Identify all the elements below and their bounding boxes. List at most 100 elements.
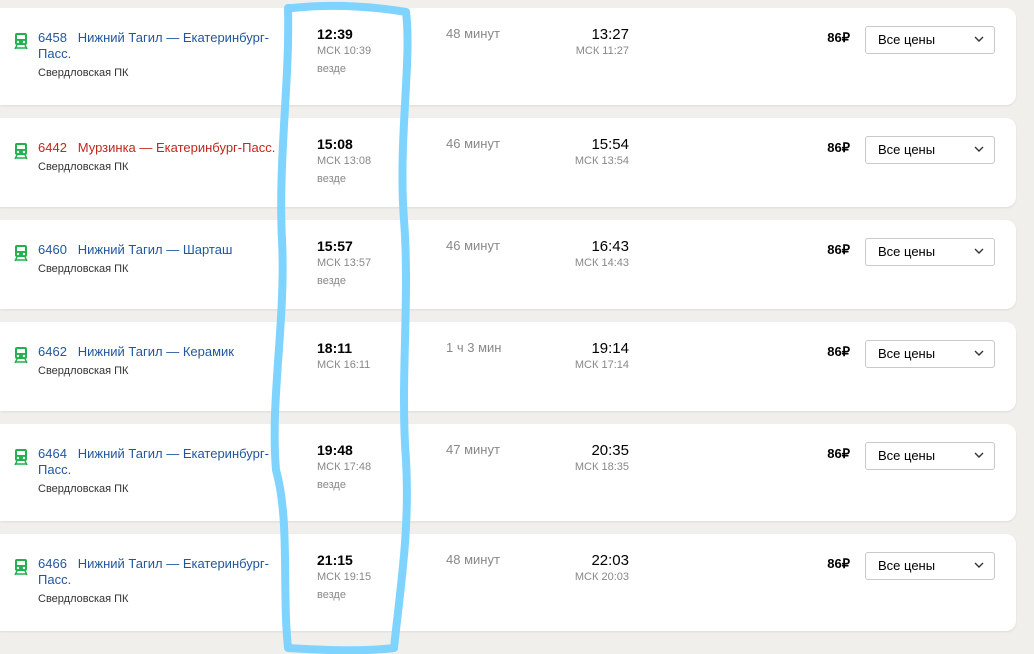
train-route: Нижний Тагил — Керамик (77, 344, 234, 359)
train-number: 6462 (38, 344, 67, 359)
chevron-down-icon (974, 452, 984, 458)
arrival: 22:03 МСК 20:03 (529, 552, 629, 584)
train-number: 6442 (38, 140, 67, 155)
price: 86₽ (827, 140, 850, 155)
carrier: Свердловская ПК (38, 263, 129, 275)
price-select-label: Все цены (878, 244, 936, 259)
price: 86₽ (827, 242, 850, 257)
price-select-label: Все цены (878, 448, 936, 463)
train-route-link[interactable]: 6442 Мурзинка — Екатеринбург-Пасс. (38, 140, 275, 155)
chevron-down-icon (974, 248, 984, 254)
chevron-down-icon (974, 146, 984, 152)
departure: 15:08 МСК 13:08 везде (317, 136, 417, 186)
train-number: 6458 (38, 30, 67, 45)
train-route-link[interactable]: 6458 Нижний Тагил — Екатеринбург-Пасс. (38, 30, 269, 61)
arrival-msk-time: МСК 17:14 (574, 359, 629, 371)
carrier: Свердловская ПК (38, 161, 129, 173)
price-select-label: Все цены (878, 346, 936, 361)
departure: 19:48 МСК 17:48 везде (317, 442, 417, 492)
train-route: Нижний Тагил — Шарташ (77, 242, 233, 257)
chevron-down-icon (974, 36, 984, 42)
departure-msk-time: МСК 13:08 (317, 155, 372, 167)
price-select[interactable]: Все цены (865, 340, 995, 368)
train-number: 6466 (38, 556, 67, 571)
price: 86₽ (827, 446, 850, 461)
departure-availability: везде (317, 63, 346, 75)
train-route-link[interactable]: 6464 Нижний Тагил — Екатеринбург-Пасс. (38, 446, 269, 477)
departure-time: 12:39 (317, 26, 353, 42)
arrival-msk-time: МСК 11:27 (575, 45, 629, 57)
duration: 48 минут (446, 552, 500, 567)
arrival-time: 16:43 (591, 238, 629, 255)
departure-time: 19:48 (317, 442, 353, 458)
departure-time: 15:57 (317, 238, 353, 254)
carrier: Свердловская ПК (38, 483, 129, 495)
train-route: Нижний Тагил — Екатеринбург-Пасс. (38, 556, 269, 587)
departure-msk-time: МСК 19:15 (317, 571, 372, 583)
price-select[interactable]: Все цены (865, 442, 995, 470)
arrival-time: 15:54 (591, 136, 629, 153)
price: 86₽ (827, 344, 850, 359)
arrival: 19:14 МСК 17:14 (529, 340, 629, 372)
train-route: Нижний Тагил — Екатеринбург-Пасс. (38, 30, 269, 61)
arrival: 13:27 МСК 11:27 (529, 26, 629, 58)
arrival-time: 22:03 (591, 552, 629, 569)
price-select[interactable]: Все цены (865, 136, 995, 164)
departure: 12:39 МСК 10:39 везде (317, 26, 417, 76)
departure-availability: везде (317, 275, 346, 287)
chevron-down-icon (974, 562, 984, 568)
arrival-msk-time: МСК 20:03 (574, 571, 629, 583)
carrier: Свердловская ПК (38, 365, 129, 377)
duration: 1 ч 3 мин (446, 340, 502, 355)
departure-msk-time: МСК 16:11 (317, 359, 371, 371)
arrival: 16:43 МСК 14:43 (529, 238, 629, 270)
price-select-label: Все цены (878, 32, 936, 47)
schedule-row-5: 6464 Нижний Тагил — Екатеринбург-Пасс. С… (0, 424, 1016, 521)
arrival-msk-time: МСК 13:54 (574, 155, 629, 167)
departure: 15:57 МСК 13:57 везде (317, 238, 417, 288)
price: 86₽ (827, 556, 850, 571)
carrier: Свердловская ПК (38, 593, 129, 605)
departure: 18:11 МСК 16:11 (317, 340, 417, 376)
departure-msk-time: МСК 10:39 (317, 45, 372, 57)
arrival-msk-time: МСК 14:43 (574, 257, 629, 269)
price: 86₽ (827, 30, 850, 45)
price-select-label: Все цены (878, 558, 936, 573)
departure-msk-time: МСК 17:48 (317, 461, 372, 473)
schedule-row-4: 6462 Нижний Тагил — Керамик Свердловская… (0, 322, 1016, 411)
train-number: 6460 (38, 242, 67, 257)
departure-availability: везде (317, 479, 346, 491)
departure-time: 15:08 (317, 136, 353, 152)
schedule-row-2: 6442 Мурзинка — Екатеринбург-Пасс. Сверд… (0, 118, 1016, 207)
train-route: Нижний Тагил — Екатеринбург-Пасс. (38, 446, 269, 477)
arrival-time: 20:35 (591, 442, 629, 459)
train-route-link[interactable]: 6460 Нижний Тагил — Шарташ (38, 242, 232, 257)
schedule-row-1: 6458 Нижний Тагил — Екатеринбург-Пасс. С… (0, 8, 1016, 105)
train-route: Мурзинка — Екатеринбург-Пасс. (77, 140, 276, 155)
arrival-time: 13:27 (591, 26, 629, 43)
duration: 47 минут (446, 442, 500, 457)
departure-time: 18:11 (317, 340, 353, 356)
arrival-time: 19:14 (591, 340, 629, 357)
schedule-row-3: 6460 Нижний Тагил — Шарташ Свердловская … (0, 220, 1016, 309)
departure-time: 21:15 (317, 552, 353, 568)
departure: 21:15 МСК 19:15 везде (317, 552, 417, 602)
price-select[interactable]: Все цены (865, 238, 995, 266)
train-number: 6464 (38, 446, 67, 461)
price-select[interactable]: Все цены (865, 552, 995, 580)
arrival-msk-time: МСК 18:35 (574, 461, 629, 473)
price-select-label: Все цены (878, 142, 936, 157)
duration: 46 минут (446, 136, 500, 151)
train-icon (14, 559, 28, 576)
departure-availability: везде (317, 589, 346, 601)
chevron-down-icon (974, 350, 984, 356)
departure-availability: везде (317, 173, 346, 185)
train-route-link[interactable]: 6466 Нижний Тагил — Екатеринбург-Пасс. (38, 556, 269, 587)
duration: 48 минут (446, 26, 500, 41)
train-route-link[interactable]: 6462 Нижний Тагил — Керамик (38, 344, 234, 359)
price-select[interactable]: Все цены (865, 26, 995, 54)
duration: 46 минут (446, 238, 500, 253)
train-icon (14, 33, 28, 50)
arrival: 20:35 МСК 18:35 (529, 442, 629, 474)
carrier: Свердловская ПК (38, 67, 129, 79)
